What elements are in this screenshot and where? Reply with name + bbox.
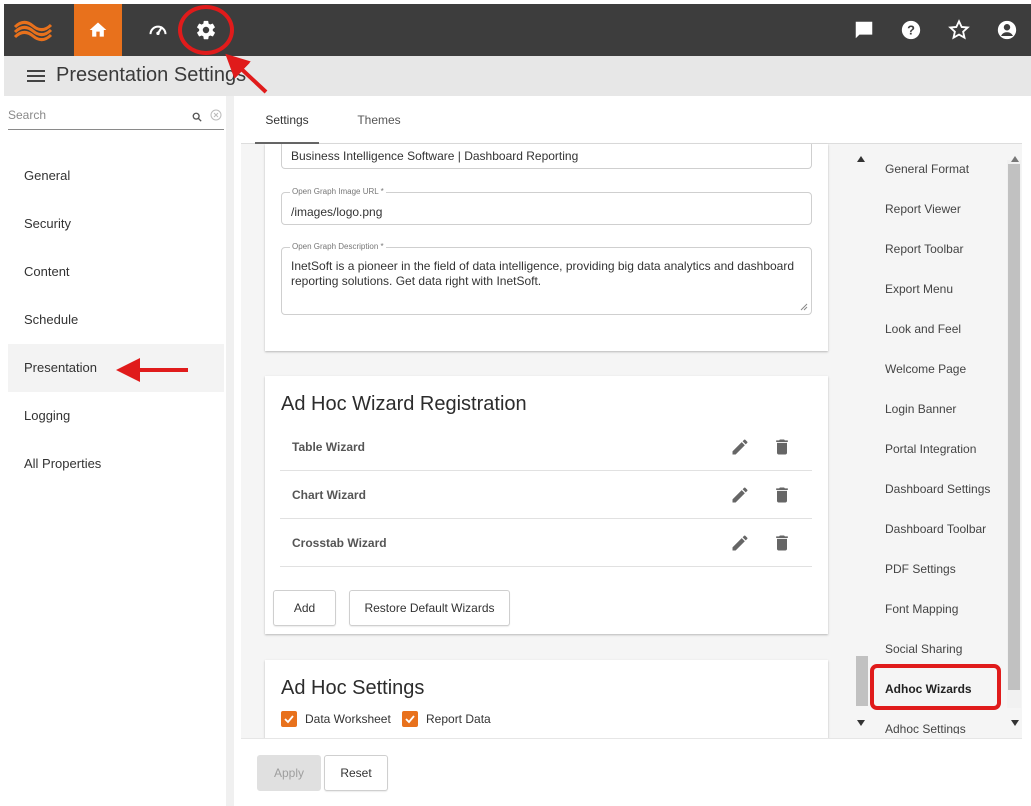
add-wizard-button[interactable]: Add (273, 590, 336, 626)
logo-icon[interactable] (10, 4, 56, 56)
table-row: Table Wizard (280, 423, 812, 471)
highlight-circle (178, 5, 234, 55)
star-icon[interactable] (935, 4, 983, 56)
clear-search-icon[interactable] (210, 108, 222, 126)
page-title: Presentation Settings (56, 64, 247, 86)
section-nav-report-toolbar[interactable]: Report Toolbar (885, 242, 964, 256)
highlight-box (870, 664, 1001, 710)
delete-icon[interactable] (772, 533, 792, 558)
checkbox-label: Report Data (426, 712, 491, 726)
section-nav: General Format Report Viewer Report Tool… (858, 144, 1022, 734)
social-sharing-card: Business Intelligence Software | Dashboa… (265, 144, 828, 351)
search-box (8, 106, 224, 130)
scroll-down-arrow-icon[interactable] (856, 714, 866, 732)
svg-text:?: ? (907, 23, 915, 38)
og-description-label: Open Graph Description * (290, 242, 386, 251)
section-nav-login-banner[interactable]: Login Banner (885, 402, 956, 416)
settings-nav: General Security Content Schedule Presen… (8, 152, 224, 488)
scroll-up-arrow-icon[interactable] (856, 150, 866, 168)
og-image-url-value: /images/logo.png (291, 205, 383, 219)
page-header: Presentation Settings (4, 56, 1031, 96)
settings-sidebar: General Security Content Schedule Presen… (0, 96, 233, 806)
section-nav-social-sharing[interactable]: Social Sharing (885, 642, 962, 656)
wizard-registration-card: Ad Hoc Wizard Registration Table Wizard … (265, 376, 828, 634)
section-nav-portal-integration[interactable]: Portal Integration (885, 442, 976, 456)
sidebar-resize-handle[interactable] (226, 96, 234, 806)
section-nav-look-and-feel[interactable]: Look and Feel (885, 322, 961, 336)
section-nav-font-mapping[interactable]: Font Mapping (885, 602, 958, 616)
section-nav-general-format[interactable]: General Format (885, 162, 969, 176)
report-data-checkbox[interactable]: Report Data (402, 711, 491, 727)
og-description-value: InetSoft is a pioneer in the field of da… (291, 259, 795, 288)
sidebar-item-all-properties[interactable]: All Properties (8, 440, 224, 488)
restore-default-wizards-button[interactable]: Restore Default Wizards (349, 590, 510, 626)
section-nav-export-menu[interactable]: Export Menu (885, 282, 953, 296)
og-description-field[interactable]: Open Graph Description * InetSoft is a p… (281, 242, 812, 315)
search-icon[interactable] (192, 109, 202, 127)
section-nav-dashboard-toolbar[interactable]: Dashboard Toolbar (885, 522, 986, 536)
edit-icon[interactable] (730, 437, 750, 462)
section-nav-report-viewer[interactable]: Report Viewer (885, 202, 961, 216)
scroll-down-arrow-icon[interactable] (1010, 714, 1020, 732)
search-input[interactable] (8, 108, 178, 122)
tab-settings[interactable]: Settings (255, 96, 319, 144)
delete-icon[interactable] (772, 485, 792, 510)
sidebar-item-presentation[interactable]: Presentation (8, 344, 224, 392)
hamburger-menu-icon[interactable] (26, 67, 46, 85)
home-icon[interactable] (74, 4, 122, 56)
wizard-name: Table Wizard (292, 440, 366, 454)
table-row: Crosstab Wizard (280, 519, 812, 567)
data-worksheet-checkbox[interactable]: Data Worksheet (281, 711, 391, 727)
checkbox-label: Data Worksheet (305, 712, 391, 726)
og-title-field[interactable]: Business Intelligence Software | Dashboa… (281, 144, 812, 169)
sidebar-item-content[interactable]: Content (8, 248, 224, 296)
section-nav-welcome-page[interactable]: Welcome Page (885, 362, 966, 376)
tab-bar: Settings Themes (241, 96, 1022, 144)
adhoc-settings-card: Ad Hoc Settings Data Worksheet Report Da… (265, 660, 828, 740)
section-nav-adhoc-settings[interactable]: Adhoc Settings (885, 722, 966, 734)
og-image-url-field[interactable]: Open Graph Image URL * /images/logo.png (281, 187, 812, 225)
og-title-value: Business Intelligence Software | Dashboa… (291, 149, 579, 163)
sidebar-item-schedule[interactable]: Schedule (8, 296, 224, 344)
section-nav-dashboard-settings[interactable]: Dashboard Settings (885, 482, 990, 496)
action-footer: Apply Reset (241, 738, 1022, 806)
checkbox-checked-icon (281, 711, 297, 727)
reset-button[interactable]: Reset (324, 755, 388, 791)
edit-icon[interactable] (730, 533, 750, 558)
wizard-registration-title: Ad Hoc Wizard Registration (281, 393, 527, 415)
sidebar-item-logging[interactable]: Logging (8, 392, 224, 440)
resize-grip-icon[interactable] (800, 303, 808, 311)
help-icon[interactable]: ? (887, 4, 935, 56)
tab-themes[interactable]: Themes (345, 96, 413, 144)
top-toolbar: ? (4, 4, 1031, 56)
account-icon[interactable] (983, 4, 1031, 56)
apply-button[interactable]: Apply (257, 755, 321, 791)
og-image-url-label: Open Graph Image URL * (290, 187, 386, 196)
wizard-name: Chart Wizard (292, 488, 366, 502)
table-row: Chart Wizard (280, 471, 812, 519)
content-scrollbar-thumb[interactable] (856, 656, 868, 706)
section-nav-scrollbar-thumb[interactable] (1008, 164, 1020, 690)
delete-icon[interactable] (772, 437, 792, 462)
dashboard-gauge-icon[interactable] (134, 4, 182, 56)
sidebar-item-general[interactable]: General (8, 152, 224, 200)
sidebar-item-security[interactable]: Security (8, 200, 224, 248)
adhoc-settings-title: Ad Hoc Settings (281, 677, 425, 699)
wizard-name: Crosstab Wizard (292, 536, 387, 550)
section-nav-pdf-settings[interactable]: PDF Settings (885, 562, 956, 576)
edit-icon[interactable] (730, 485, 750, 510)
chat-icon[interactable] (840, 4, 888, 56)
checkbox-checked-icon (402, 711, 418, 727)
scroll-up-arrow-icon[interactable] (1010, 150, 1020, 168)
